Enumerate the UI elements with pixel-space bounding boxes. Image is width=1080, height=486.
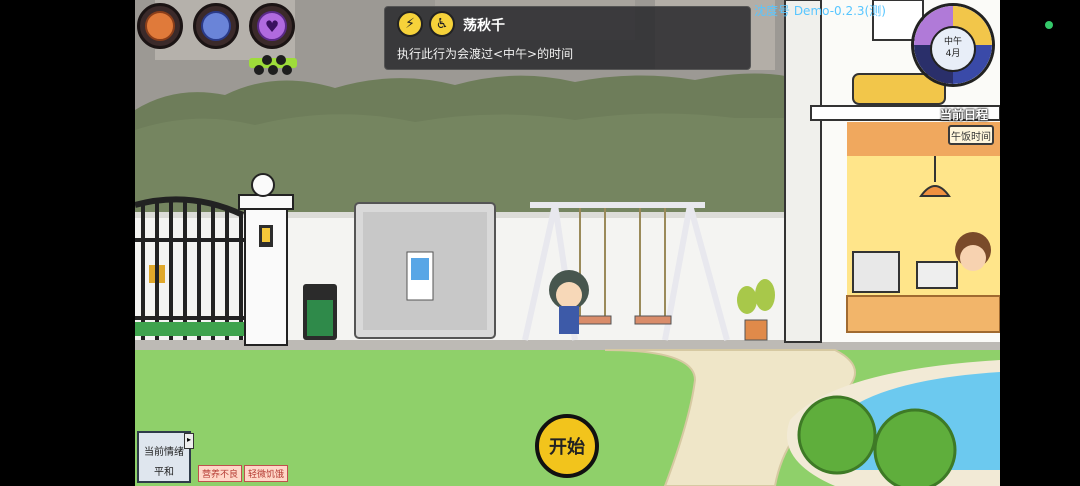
action-title: 荡秋千 (463, 18, 505, 34)
mood-icon[interactable]: ♥ (249, 3, 295, 49)
mood-label: 当前情绪 (144, 447, 184, 458)
status-tag: 营养不良 (198, 465, 243, 482)
health-icon[interactable] (193, 3, 239, 49)
hunger-icon[interactable] (137, 3, 183, 49)
clock-center: 中午 4月 (930, 26, 976, 72)
status-tag: 轻微饥饿 (244, 465, 289, 482)
schedule-label: 当前日程 (940, 108, 989, 122)
schedule-current[interactable]: 午饭时间 (948, 125, 994, 145)
version-label: 沈度号 Demo-0.2.3(测) (754, 4, 886, 18)
clock-period: 中午 (943, 37, 962, 47)
action-tooltip: ⚡ ♿ 荡秋千 执行此行为会渡过<中午>的时间 (384, 6, 751, 70)
mood-value: 平和 (154, 467, 174, 478)
mood-panel[interactable]: 当前情绪 平和 (137, 431, 191, 483)
status-indicator-icon (249, 54, 297, 76)
medicine-icon (201, 11, 231, 41)
mood-expand-icon[interactable]: ▸ (184, 433, 194, 449)
start-button[interactable]: 开始 (535, 414, 599, 478)
status-dot (1045, 21, 1053, 29)
action-description: 执行此行为会渡过<中午>的时间 (397, 47, 574, 61)
energy-icon: ⚡ (397, 11, 423, 37)
heart-icon: ♥ (257, 11, 287, 41)
swing-action-icon: ♿ (429, 11, 455, 37)
gingerbread-icon (145, 11, 175, 41)
clock-month: 4月 (945, 49, 961, 59)
